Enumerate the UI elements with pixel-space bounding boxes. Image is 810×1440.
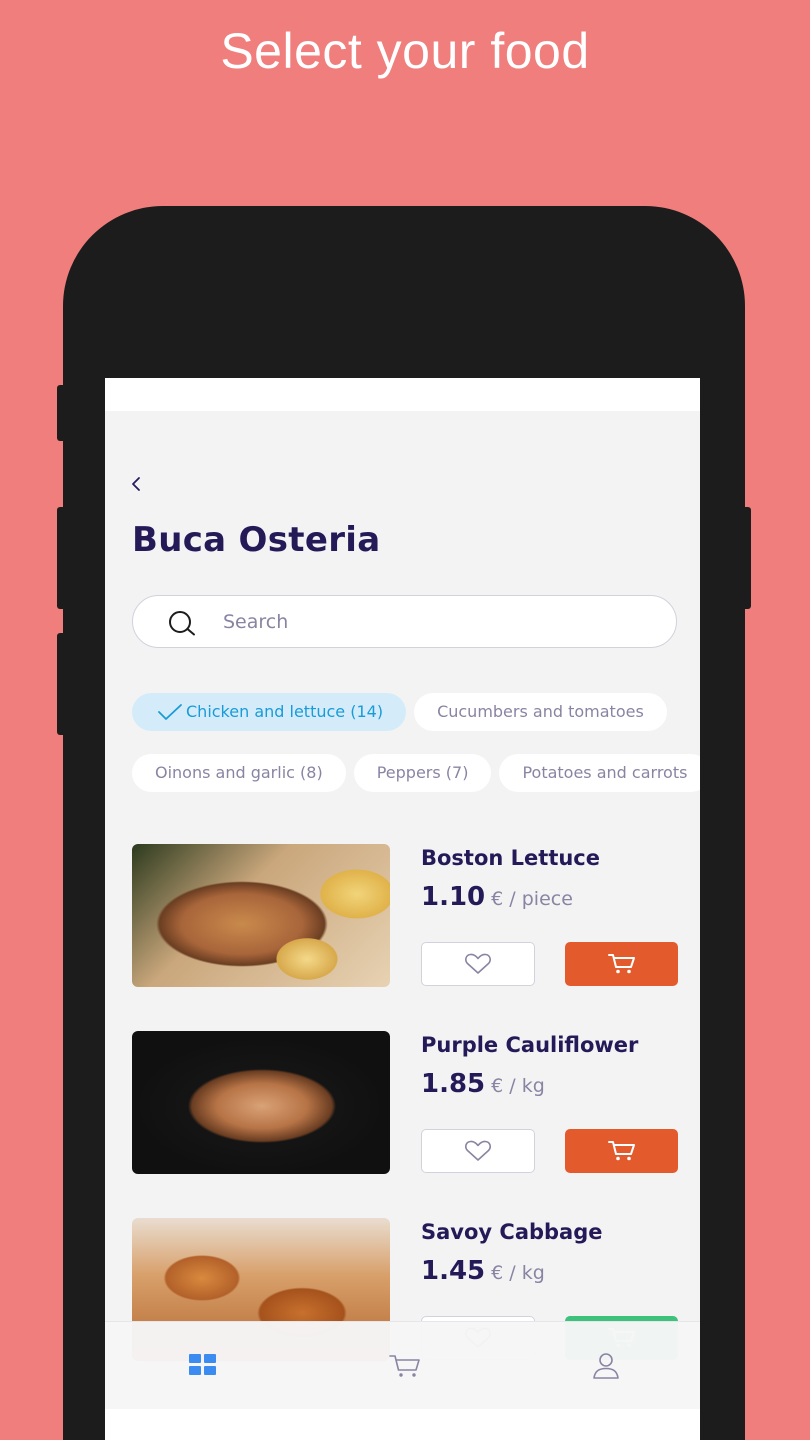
- price-amount: 1.10: [421, 882, 486, 912]
- filter-chip-onions-garlic[interactable]: Oinons and garlic (8): [132, 754, 346, 792]
- home-indicator-area: [105, 1409, 700, 1440]
- check-icon: [158, 704, 182, 720]
- favorite-button[interactable]: [421, 1129, 535, 1173]
- price-unit: € / kg: [491, 1075, 545, 1097]
- search-bar[interactable]: [132, 595, 677, 648]
- heart-icon: [465, 953, 491, 974]
- filter-chip-potatoes-carrots[interactable]: Potatoes and carrots: [499, 754, 700, 792]
- app-screen: Buca Osteria Chicken and lettuce (14) Cu…: [105, 378, 700, 1440]
- filter-row: Chicken and lettuce (14) Cucumbers and t…: [132, 693, 675, 731]
- product-name: Purple Cauliflower: [421, 1033, 639, 1057]
- product-price: 1.45 € / kg: [421, 1256, 545, 1286]
- heart-icon: [465, 1140, 491, 1161]
- filter-chip-cucumbers-tomatoes[interactable]: Cucumbers and tomatoes: [414, 693, 667, 731]
- tab-profile[interactable]: [589, 1352, 623, 1380]
- product-image: [132, 844, 390, 987]
- back-button[interactable]: [129, 474, 149, 498]
- product-name: Boston Lettuce: [421, 846, 601, 870]
- tab-cart[interactable]: [388, 1352, 422, 1380]
- add-to-cart-button[interactable]: [565, 1129, 678, 1173]
- chevron-left-icon: [132, 477, 140, 491]
- filter-chip-label: Chicken and lettuce (14): [186, 702, 384, 721]
- product-image: [132, 1031, 390, 1174]
- bottom-tab-bar: [105, 1321, 700, 1409]
- price-unit: € / kg: [491, 1262, 545, 1284]
- grid-icon: [189, 1354, 216, 1375]
- favorite-button[interactable]: [421, 942, 535, 986]
- product-card[interactable]: Boston Lettuce 1.10 € / piece: [132, 844, 678, 989]
- price-amount: 1.85: [421, 1069, 486, 1099]
- add-to-cart-button[interactable]: [565, 942, 678, 986]
- status-bar: [105, 378, 700, 411]
- filter-chip-chicken-lettuce[interactable]: Chicken and lettuce (14): [132, 693, 407, 731]
- user-icon: [593, 1353, 619, 1379]
- promo-headline: Select your food: [220, 23, 590, 79]
- cart-icon: [607, 954, 635, 974]
- filter-chip-peppers[interactable]: Peppers (7): [353, 754, 492, 792]
- page-title: Buca Osteria: [132, 520, 381, 560]
- product-name: Savoy Cabbage: [421, 1220, 603, 1244]
- product-price: 1.10 € / piece: [421, 882, 573, 912]
- price-amount: 1.45: [421, 1256, 486, 1286]
- cart-icon: [607, 1141, 635, 1161]
- product-card[interactable]: Purple Cauliflower 1.85 € / kg: [132, 1031, 678, 1176]
- price-unit: € / piece: [491, 888, 573, 910]
- search-icon: [169, 611, 195, 636]
- tab-home[interactable]: [187, 1352, 221, 1380]
- search-input[interactable]: [223, 606, 643, 638]
- product-price: 1.85 € / kg: [421, 1069, 545, 1099]
- cart-icon: [389, 1355, 420, 1377]
- filter-row: Oinons and garlic (8) Peppers (7) Potatoes…: [132, 754, 700, 792]
